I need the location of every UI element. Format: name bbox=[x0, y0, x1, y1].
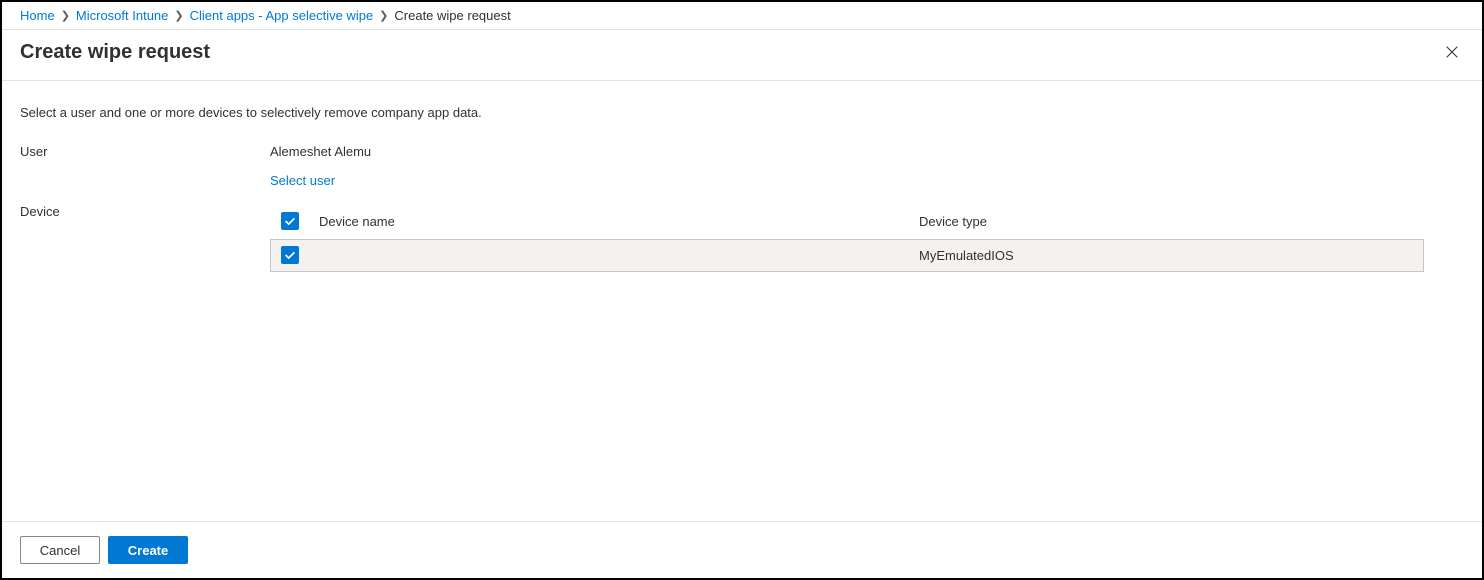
checkmark-icon bbox=[283, 214, 297, 228]
cancel-button[interactable]: Cancel bbox=[20, 536, 100, 564]
content-area: Select a user and one or more devices to… bbox=[2, 81, 1482, 521]
device-label: Device bbox=[20, 204, 270, 219]
checkmark-icon bbox=[283, 248, 297, 262]
chevron-right-icon: ❯ bbox=[174, 9, 183, 22]
select-all-checkbox[interactable] bbox=[281, 212, 299, 230]
close-icon bbox=[1445, 45, 1459, 59]
device-table: Device name Device type MyEmulatedIOS bbox=[270, 204, 1424, 272]
cell-device-type: MyEmulatedIOS bbox=[909, 240, 1424, 272]
breadcrumb-client-apps[interactable]: Client apps - App selective wipe bbox=[190, 8, 374, 23]
user-label: User bbox=[20, 144, 270, 159]
row-checkbox[interactable] bbox=[281, 246, 299, 264]
user-field: User Alemeshet Alemu Select user bbox=[20, 144, 1464, 188]
instruction-text: Select a user and one or more devices to… bbox=[20, 105, 1464, 120]
breadcrumb-home[interactable]: Home bbox=[20, 8, 55, 23]
chevron-right-icon: ❯ bbox=[379, 9, 388, 22]
column-device-name[interactable]: Device name bbox=[309, 204, 909, 240]
close-button[interactable] bbox=[1440, 40, 1464, 64]
table-row[interactable]: MyEmulatedIOS bbox=[271, 240, 1424, 272]
cell-device-name bbox=[309, 240, 909, 272]
page-title: Create wipe request bbox=[20, 41, 210, 64]
column-device-type[interactable]: Device type bbox=[909, 204, 1424, 240]
device-field: Device Device name Device type bbox=[20, 204, 1464, 272]
create-button[interactable]: Create bbox=[108, 536, 188, 564]
chevron-right-icon: ❯ bbox=[61, 9, 70, 22]
breadcrumb-current: Create wipe request bbox=[394, 8, 510, 23]
user-value: Alemeshet Alemu bbox=[270, 144, 1464, 159]
breadcrumb-intune[interactable]: Microsoft Intune bbox=[76, 8, 169, 23]
footer: Cancel Create bbox=[2, 521, 1482, 578]
title-bar: Create wipe request bbox=[2, 30, 1482, 81]
select-user-link[interactable]: Select user bbox=[270, 173, 335, 188]
breadcrumb: Home ❯ Microsoft Intune ❯ Client apps - … bbox=[2, 2, 1482, 30]
